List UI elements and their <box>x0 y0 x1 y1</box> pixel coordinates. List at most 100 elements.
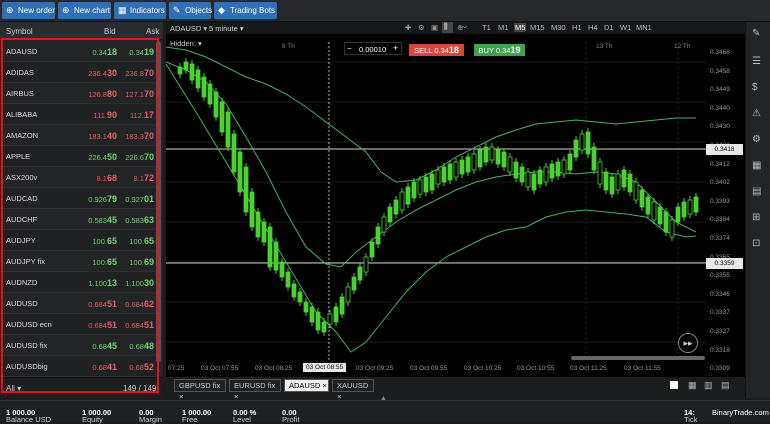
candle-body <box>411 181 417 199</box>
candle-body <box>213 91 219 118</box>
indicators-button[interactable]: ▦ Indicators <box>114 2 166 19</box>
settings-icon[interactable]: ⚙ <box>752 134 761 145</box>
chart-tab[interactable]: XAUUSD × <box>332 379 374 401</box>
candle-body <box>681 201 687 218</box>
chart-horizontal-scrollbar[interactable] <box>571 356 705 360</box>
candle-body <box>333 306 339 323</box>
time-tick-label: 03 Oct 09:55 <box>410 365 448 372</box>
candle-body <box>597 161 603 185</box>
candle-body <box>315 311 321 331</box>
layout-rows-icon[interactable]: ▤ <box>721 380 730 391</box>
price-tick-label: 0.3402 <box>710 179 730 187</box>
objects-icon: ✎ <box>173 5 181 15</box>
candle-body <box>435 169 441 185</box>
candles-group <box>177 58 699 336</box>
candle-body <box>609 176 615 195</box>
bid-column-header[interactable]: Bid <box>104 27 116 36</box>
price-tick-label: 0.3318 <box>710 346 730 354</box>
candle-body <box>687 199 693 215</box>
candle-body <box>615 173 621 191</box>
candle-body <box>645 196 651 215</box>
symbol-column-header[interactable]: Symbol <box>6 27 33 36</box>
date-label: 13 Th <box>596 43 613 50</box>
time-tick-label: 03 Oct 10:55 <box>517 365 555 372</box>
expand-icon[interactable]: ⊡ <box>752 238 760 249</box>
time-tick-label: 03 Oct 09:25 <box>356 365 394 372</box>
candle-body <box>675 206 681 223</box>
candle-body <box>549 163 555 179</box>
main-toolbar: ⊕ New order ⊕ New chart ▦ Indicators ✎ Objec… <box>0 0 770 22</box>
candle-body <box>219 101 225 133</box>
candle-body <box>579 133 585 151</box>
new-order-button[interactable]: ⊕ New order <box>2 2 55 19</box>
chart-area[interactable]: ADAUSD ▾ 5 minute ▾ ✚ ⚙ ▣ ⊖ ⊕ ⫼ 〰 T1M1M5… <box>166 22 745 377</box>
eraser-icon[interactable]: ✎ <box>752 28 760 39</box>
candle-body <box>537 169 543 185</box>
candle-body <box>291 283 297 298</box>
candle-body <box>279 261 285 278</box>
document-icon[interactable]: ▤ <box>752 186 761 197</box>
objects-button[interactable]: ✎ Objects <box>169 2 212 19</box>
candle-body <box>327 313 333 325</box>
price-tag-upper: 0.3418 <box>706 144 743 155</box>
layout-grid-icon[interactable]: ▦ <box>688 380 697 391</box>
candle-body <box>321 321 327 333</box>
new-chart-button[interactable]: ⊕ New chart <box>58 2 111 19</box>
right-sidebar: ✎ ☰ $ ⚠ ⚙ ▦ ▤ ⊞ ⊡ <box>745 22 770 398</box>
candle-body <box>591 146 597 171</box>
scroll-to-end-button[interactable]: ▸▸ <box>678 333 698 353</box>
candle-body <box>519 166 525 183</box>
candle-body <box>603 171 609 191</box>
candle-body <box>231 133 237 173</box>
price-tick-label: 0.3440 <box>710 104 730 112</box>
candle-body <box>669 219 675 238</box>
candle-body <box>573 139 579 158</box>
grid-icon[interactable]: ⊞ <box>752 212 760 223</box>
candle-body <box>657 206 663 225</box>
candle-body <box>483 146 489 163</box>
price-tick-label: 0.3412 <box>710 160 730 168</box>
candle-body <box>447 163 453 181</box>
price-tick-label: 0.3355 <box>710 272 730 280</box>
balance-status: Balance 1 000.00 USD <box>6 408 52 424</box>
bot-icon: ◆ <box>218 5 225 15</box>
chart-tab[interactable]: ADAUSD × <box>284 379 329 392</box>
account-status-bar: Balance 1 000.00 USD Equity 1 000.00 Mar… <box>0 400 770 424</box>
chart-tab[interactable]: EURUSD fix × <box>229 379 281 401</box>
ask-column-header[interactable]: Ask <box>146 27 159 36</box>
candle-body <box>525 171 531 188</box>
chart-bars-icon[interactable]: ▦ <box>752 160 761 171</box>
candle-body <box>513 161 519 179</box>
candle-body <box>261 221 267 243</box>
dollar-icon[interactable]: $ <box>752 82 758 93</box>
candle-body <box>357 266 363 281</box>
candle-body <box>441 166 447 183</box>
trading-bots-button[interactable]: ◆ Trading Bots <box>214 2 277 19</box>
candle-body <box>207 83 213 105</box>
price-tick-label: 0.3384 <box>710 216 730 224</box>
close-tab-icon[interactable]: × <box>322 381 326 390</box>
chart-icon: ▦ <box>118 5 127 15</box>
price-tick-label: 0.3374 <box>710 235 730 242</box>
price-tag-lower: 0.3359 <box>706 258 743 269</box>
candle-body <box>255 211 261 238</box>
candle-body <box>627 173 633 193</box>
price-tick-label: 0.3468 <box>710 49 730 56</box>
price-chart[interactable] <box>166 22 745 377</box>
price-tick-label: 0.3393 <box>710 197 730 205</box>
price-tick-label: 0.3346 <box>710 290 730 298</box>
candle-body <box>183 61 189 71</box>
time-tick-label: 03 Oct 07:55 <box>201 365 239 372</box>
candle-body <box>543 166 549 183</box>
tab-label: XAUUSD <box>337 381 369 390</box>
layout-single-icon[interactable] <box>670 381 678 389</box>
warning-icon[interactable]: ⚠ <box>752 108 761 119</box>
layout-columns-icon[interactable]: ▥ <box>704 380 713 391</box>
price-tick-label: 0.3309 <box>710 365 730 373</box>
candle-body <box>345 286 351 303</box>
candle-body <box>417 179 423 195</box>
candle-body <box>423 176 429 193</box>
layers-icon[interactable]: ☰ <box>752 56 761 67</box>
candle-body <box>639 189 645 208</box>
chart-tab[interactable]: GBPUSD fix × <box>174 379 226 401</box>
